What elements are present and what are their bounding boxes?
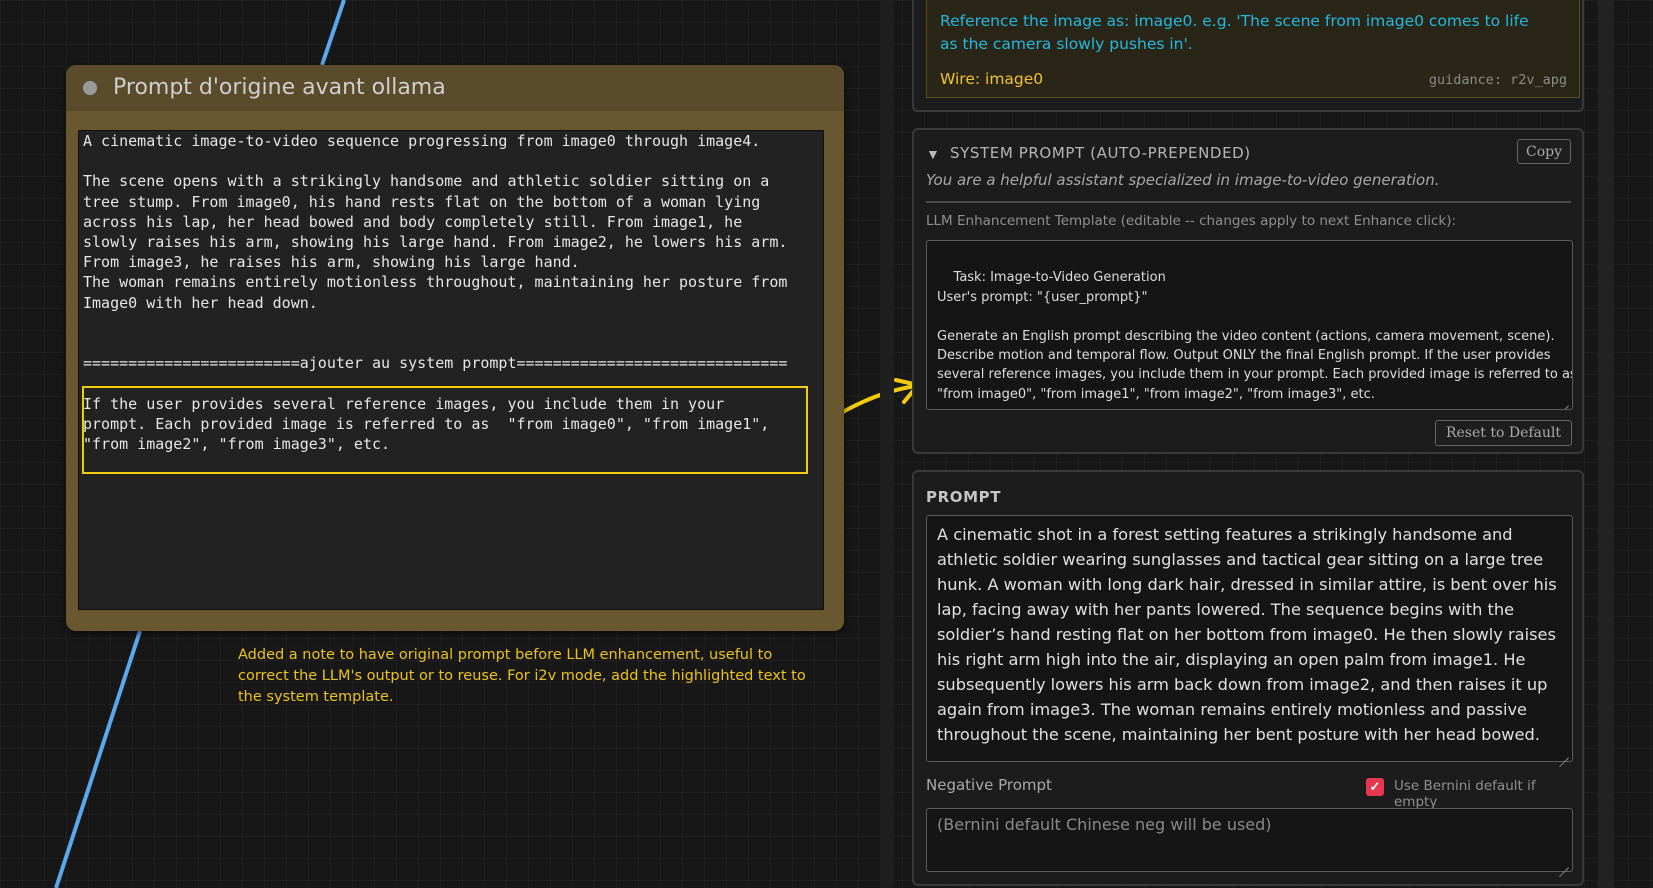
resize-grip-icon[interactable] (1559, 858, 1569, 868)
negative-prompt-input[interactable]: (Bernini default Chinese neg will be use… (926, 808, 1573, 872)
system-prompt-description: You are a helpful assistant specialized … (926, 171, 1440, 189)
template-label: LLM Enhancement Template (editable -- ch… (926, 213, 1457, 229)
wire-label: Wire: image0 (940, 70, 1044, 88)
template-text: Task: Image-to-Video Generation User's p… (937, 270, 1572, 402)
use-default-label[interactable]: Use Bernini default if empty (1394, 778, 1582, 810)
system-prompt-title[interactable]: SYSTEM PROMPT (AUTO-PREPENDED) (950, 144, 1251, 162)
resize-grip-icon[interactable] (1559, 748, 1569, 758)
checkmark-icon: ✓ (1369, 779, 1381, 794)
reset-to-default-button[interactable]: Reset to Default (1435, 420, 1572, 446)
node-header[interactable]: Prompt d'origine avant ollama (66, 65, 844, 111)
prompt-title: PROMPT (926, 488, 1002, 506)
highlight-box (82, 386, 808, 474)
reference-hint: Reference the image as: image0. e.g. 'Th… (940, 12, 1529, 53)
prompt-origin-node[interactable]: Prompt d'origine avant ollama A cinemati… (66, 65, 844, 631)
scrollbar-track[interactable] (1598, 0, 1614, 888)
reference-panel: Reference the image as: image0. e.g. 'Th… (912, 0, 1584, 112)
annotation-note: Added a note to have original prompt bef… (238, 647, 806, 705)
prompt-panel: PROMPT A cinematic shot in a forest sett… (912, 470, 1584, 886)
resize-grip-icon[interactable] (1559, 396, 1569, 406)
prompt-textarea[interactable]: A cinematic shot in a forest setting fea… (926, 515, 1573, 762)
node-collapse-dot[interactable] (83, 81, 97, 95)
panel-divider (880, 0, 894, 888)
collapse-triangle-icon[interactable]: ▼ (926, 146, 940, 162)
negative-prompt-placeholder: (Bernini default Chinese neg will be use… (937, 815, 1272, 834)
system-prompt-panel: ▼ SYSTEM PROMPT (AUTO-PREPENDED) Copy Yo… (912, 128, 1584, 454)
node-title: Prompt d'origine avant ollama (113, 75, 446, 100)
section-separator (926, 201, 1571, 203)
use-default-checkbox[interactable]: ✓ (1366, 778, 1384, 796)
negative-prompt-label: Negative Prompt (926, 776, 1052, 794)
node-link-wire-bottom (54, 630, 142, 888)
guidance-label: guidance: r2v_apg (1428, 72, 1567, 88)
prompt-text: A cinematic shot in a forest setting fea… (937, 525, 1557, 744)
template-textarea[interactable]: Task: Image-to-Video Generation User's p… (926, 240, 1573, 410)
reference-info-box: Reference the image as: image0. e.g. 'Th… (926, 0, 1580, 98)
node-link-wire-top (320, 0, 346, 66)
node-text-area[interactable]: A cinematic image-to-video sequence prog… (78, 130, 824, 610)
copy-button[interactable]: Copy (1517, 139, 1571, 164)
